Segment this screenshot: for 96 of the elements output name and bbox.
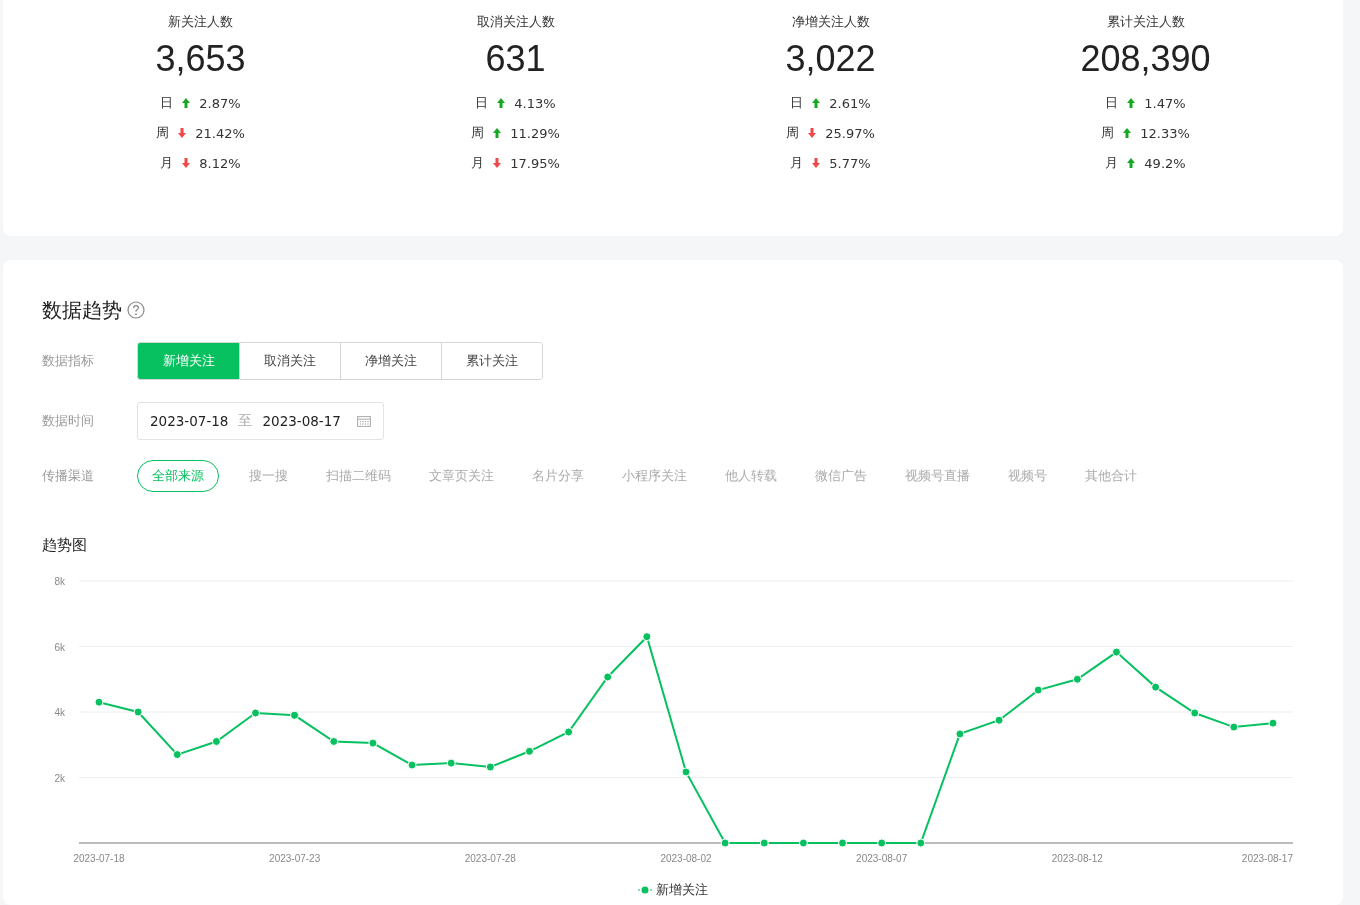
data-point — [251, 708, 261, 718]
period-label: 月 — [1105, 154, 1119, 172]
filter-label: 数据时间 — [42, 412, 95, 430]
data-point — [1111, 647, 1121, 657]
x-axis-label: 2023-08-12 — [1051, 853, 1103, 864]
calendar-icon — [356, 415, 371, 427]
data-point — [955, 729, 965, 739]
end-date[interactable]: 2023-08-17 — [262, 413, 341, 429]
data-point — [524, 746, 534, 756]
data-point — [798, 838, 808, 848]
help-icon — [127, 301, 145, 319]
data-point — [564, 727, 574, 737]
data-point — [133, 707, 143, 717]
channel-option[interactable]: 扫描二维码 — [318, 460, 399, 492]
change-value: 49.2% — [1144, 155, 1186, 171]
change-value: 1.47% — [1144, 95, 1186, 111]
data-point — [1268, 718, 1278, 728]
start-date[interactable]: 2023-07-18 — [150, 413, 229, 429]
period-label: 日 — [475, 94, 489, 112]
channel-option[interactable]: 文章页关注 — [421, 460, 502, 492]
channel-option[interactable]: 微信广告 — [807, 460, 875, 492]
stat-value: 3,653 — [155, 37, 246, 81]
period-label: 周 — [471, 124, 485, 142]
x-axis-label: 2023-08-02 — [660, 853, 712, 864]
data-point — [446, 758, 456, 768]
data-point — [838, 838, 848, 848]
change-value: 4.13% — [514, 95, 556, 111]
y-axis-label: 4k — [54, 707, 65, 718]
metric-tab[interactable]: 新增关注 — [138, 343, 239, 379]
legend-label[interactable]: 新增关注 — [655, 881, 708, 899]
period-label: 周 — [156, 124, 170, 142]
data-point — [172, 750, 182, 760]
change-value: 2.61% — [829, 95, 871, 111]
data-point — [603, 672, 613, 682]
stat-label: 新关注人数 — [168, 13, 233, 31]
data-point — [1151, 682, 1161, 692]
data-point — [1033, 685, 1043, 695]
data-point — [329, 737, 339, 746]
period-label: 日 — [160, 94, 174, 112]
y-axis-label: 8k — [54, 576, 65, 587]
period-label: 日 — [1105, 94, 1119, 112]
data-point — [211, 737, 221, 746]
y-axis-label: 6k — [54, 641, 65, 653]
channel-option[interactable]: 他人转载 — [717, 460, 785, 492]
change-value: 12.33% — [1140, 125, 1190, 141]
stat-label: 累计关注人数 — [1106, 13, 1185, 31]
filter-label: 传播渠道 — [42, 467, 95, 485]
data-point — [877, 838, 887, 848]
x-axis-label: 2023-07-18 — [73, 853, 125, 864]
x-axis-label: 2023-08-07 — [856, 853, 908, 864]
change-value: 21.42% — [195, 125, 245, 141]
filter-label: 数据指标 — [42, 352, 95, 370]
stat-label: 净增关注人数 — [791, 13, 870, 31]
period-label: 月 — [160, 154, 174, 172]
section-title: 数据趋势 — [42, 296, 122, 324]
change-value: 5.77% — [829, 155, 871, 171]
data-point — [485, 762, 495, 772]
data-point — [720, 838, 730, 848]
period-label: 周 — [786, 124, 800, 142]
period-label: 月 — [471, 154, 485, 172]
change-value: 17.95% — [510, 155, 560, 171]
data-point — [1229, 722, 1239, 732]
stat-label: 取消关注人数 — [476, 13, 555, 31]
date-separator: 至 — [238, 412, 253, 430]
change-value: 11.29% — [510, 125, 560, 141]
channel-option[interactable]: 小程序关注 — [614, 460, 695, 492]
stat-value: 208,390 — [1080, 37, 1211, 81]
change-value: 25.97% — [825, 125, 875, 141]
channel-option[interactable]: 名片分享 — [524, 460, 592, 492]
channel-option[interactable]: 视频号 — [1000, 460, 1055, 492]
data-point — [368, 738, 378, 748]
data-point — [407, 760, 417, 770]
change-value: 8.12% — [199, 155, 241, 171]
stat-value: 3,022 — [785, 37, 876, 81]
y-axis-label: 2k — [54, 772, 65, 784]
chart-title: 趋势图 — [42, 536, 88, 555]
period-label: 月 — [790, 154, 804, 172]
channel-option[interactable]: 视频号直播 — [897, 460, 978, 492]
period-label: 周 — [1101, 124, 1115, 142]
metric-tab[interactable]: 累计关注 — [441, 343, 542, 379]
data-point — [759, 838, 769, 848]
channel-option[interactable]: 其他合计 — [1077, 460, 1145, 492]
x-axis-label: 2023-07-28 — [464, 853, 516, 864]
data-point — [290, 710, 300, 720]
data-point — [1072, 674, 1082, 684]
x-axis-label: 2023-08-17 — [1241, 853, 1293, 864]
x-axis-label: 2023-07-23 — [269, 853, 321, 864]
data-point — [642, 632, 652, 642]
change-value: 2.87% — [199, 95, 241, 111]
data-point — [994, 715, 1004, 725]
period-label: 日 — [790, 94, 804, 112]
data-point — [681, 767, 691, 777]
data-point — [94, 697, 104, 707]
data-point — [916, 838, 926, 848]
stat-value: 631 — [485, 37, 546, 81]
data-point — [1190, 708, 1200, 718]
